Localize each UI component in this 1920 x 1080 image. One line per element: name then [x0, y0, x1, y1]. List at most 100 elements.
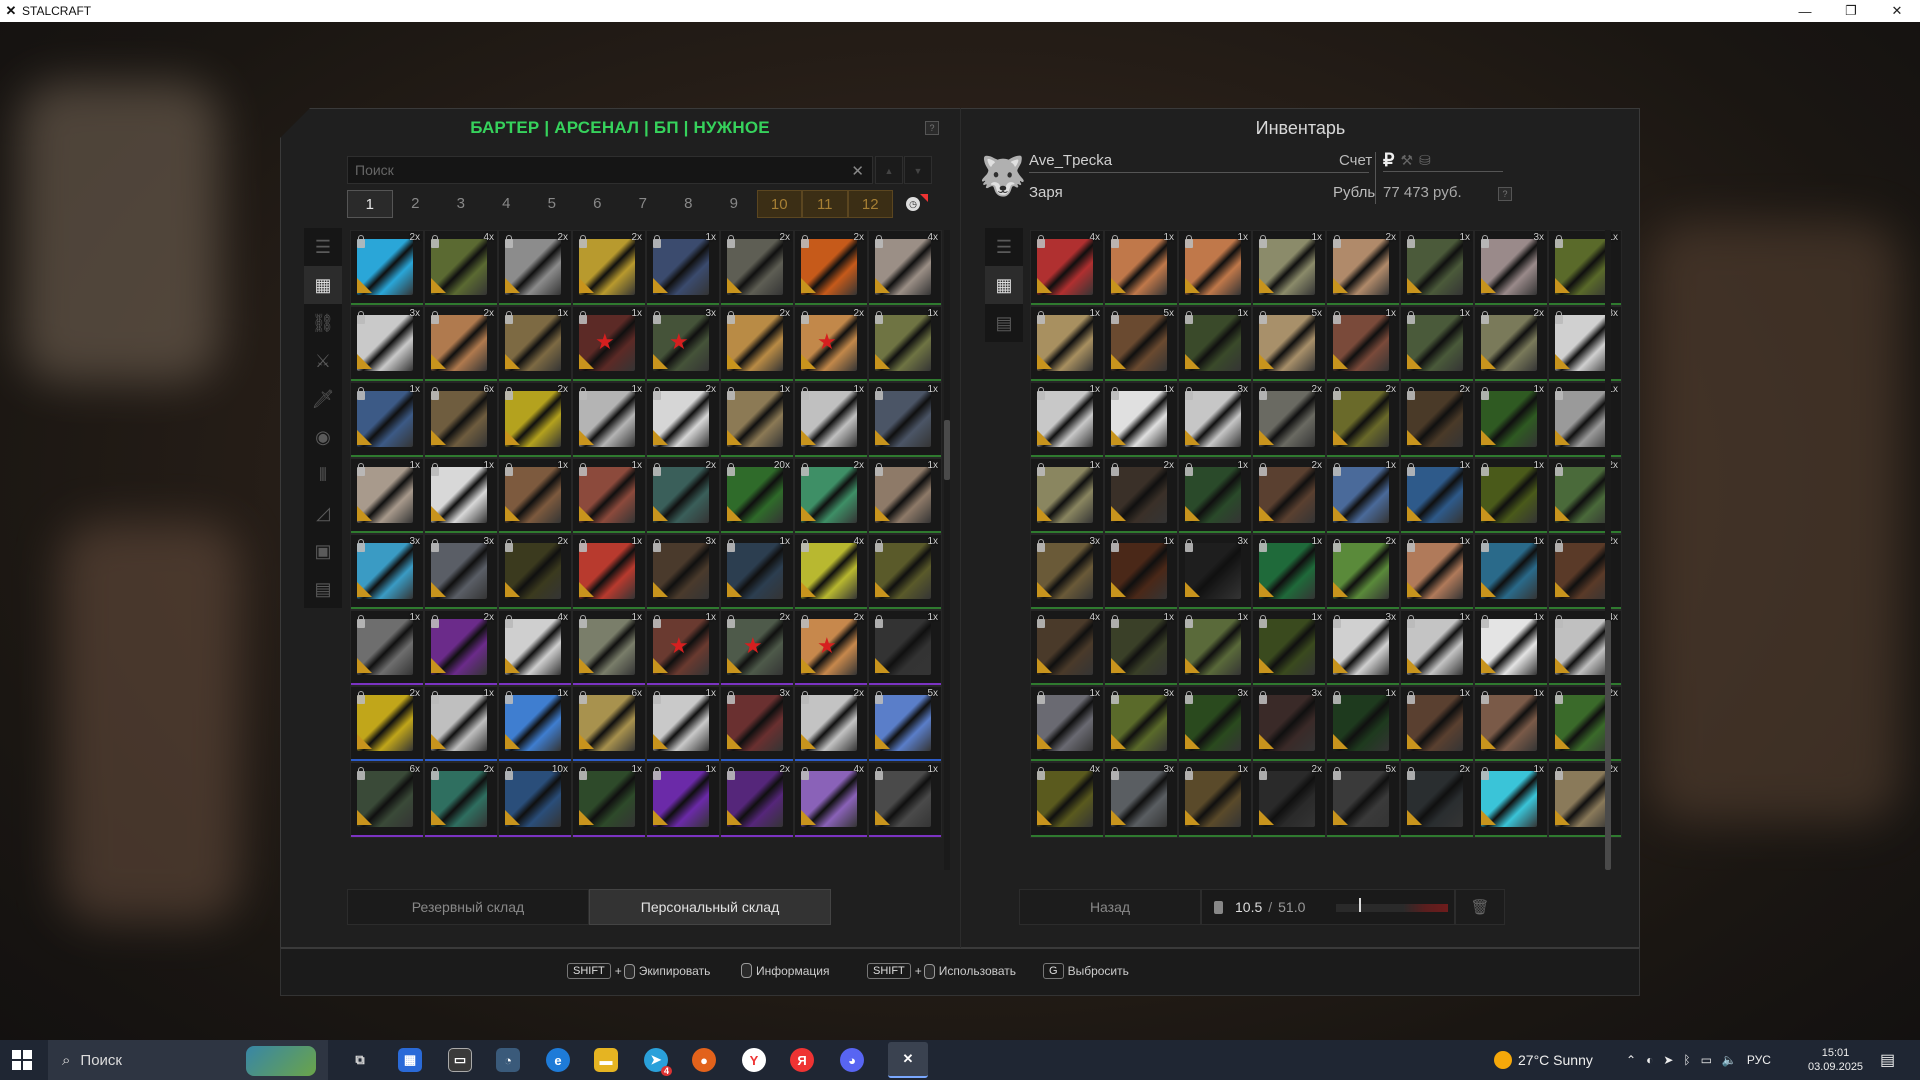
- item-slot[interactable]: 3x: [424, 534, 498, 610]
- task-view-icon[interactable]: ⧉: [348, 1048, 372, 1072]
- item-slot[interactable]: 3x: [1326, 610, 1400, 686]
- item-slot[interactable]: 1x: [572, 762, 646, 838]
- item-slot[interactable]: 5x: [868, 686, 942, 762]
- barter-icon[interactable]: ⚒: [1400, 152, 1413, 169]
- item-slot[interactable]: 1x: [1400, 610, 1474, 686]
- item-slot[interactable]: 2x: [794, 458, 868, 534]
- archive-icon[interactable]: ▤: [304, 570, 342, 608]
- item-slot[interactable]: 1x: [1474, 610, 1548, 686]
- item-slot[interactable]: 1x: [572, 610, 646, 686]
- item-slot[interactable]: 1x: [1326, 306, 1400, 382]
- item-slot[interactable]: 3x: [350, 306, 424, 382]
- item-slot[interactable]: 2x: [572, 230, 646, 306]
- minimize-button[interactable]: —: [1782, 0, 1828, 22]
- item-slot[interactable]: ★ 2x: [794, 610, 868, 686]
- item-slot[interactable]: 2x: [498, 230, 572, 306]
- list-view-icon[interactable]: ☰: [304, 228, 342, 266]
- notifications-icon[interactable]: ▤: [1880, 1040, 1895, 1080]
- item-slot[interactable]: 1x: [1474, 762, 1548, 838]
- item-slot[interactable]: 2x: [1474, 306, 1548, 382]
- item-slot[interactable]: 1x: [1104, 382, 1178, 458]
- item-slot[interactable]: 3x: [720, 686, 794, 762]
- item-slot[interactable]: 3x: [1030, 534, 1104, 610]
- item-slot[interactable]: 3x: [1178, 534, 1252, 610]
- item-slot[interactable]: 4x: [498, 610, 572, 686]
- page-tab-3[interactable]: 3: [438, 190, 484, 218]
- language-indicator[interactable]: РУС: [1747, 1053, 1771, 1067]
- volume-icon[interactable]: 🔈: [1722, 1053, 1737, 1067]
- item-slot[interactable]: 4x: [794, 534, 868, 610]
- inventory-scrollbar[interactable]: [1605, 230, 1611, 870]
- item-slot[interactable]: 6x: [350, 762, 424, 838]
- edge-icon[interactable]: e: [546, 1048, 570, 1072]
- item-slot[interactable]: 1x: [1326, 686, 1400, 762]
- sort-down-button[interactable]: ▼: [904, 156, 932, 184]
- coupon-icon[interactable]: ⛁: [1419, 152, 1431, 169]
- item-slot[interactable]: 1x: [1400, 458, 1474, 534]
- clock[interactable]: 15:01 03.09.2025: [1808, 1040, 1863, 1080]
- item-slot[interactable]: 2x: [424, 610, 498, 686]
- item-slot[interactable]: 2x: [498, 382, 572, 458]
- item-slot[interactable]: 1x: [1474, 458, 1548, 534]
- item-slot[interactable]: 1x: [424, 686, 498, 762]
- item-slot[interactable]: 1x: [1104, 534, 1178, 610]
- help-icon[interactable]: ?: [925, 121, 939, 135]
- item-slot[interactable]: 1x: [1030, 458, 1104, 534]
- item-slot[interactable]: 1x: [572, 458, 646, 534]
- item-slot[interactable]: 3x: [1252, 686, 1326, 762]
- item-slot[interactable]: 2x: [1400, 762, 1474, 838]
- app-icon[interactable]: ▭: [448, 1048, 472, 1072]
- app-icon[interactable]: ◔: [496, 1048, 520, 1072]
- item-slot[interactable]: 1x: [868, 534, 942, 610]
- weather-widget[interactable]: 27°C Sunny: [1494, 1040, 1593, 1080]
- app-icon[interactable]: ▦: [398, 1048, 422, 1072]
- item-slot[interactable]: 6x: [572, 686, 646, 762]
- item-slot[interactable]: 2x: [1252, 458, 1326, 534]
- trash-icon[interactable]: 🗑: [1455, 889, 1505, 925]
- tray-chevron-icon[interactable]: ⌃: [1626, 1053, 1636, 1067]
- tools-icon[interactable]: ◿: [304, 494, 342, 532]
- item-slot[interactable]: 10x: [498, 762, 572, 838]
- item-slot[interactable]: 1x: [1474, 534, 1548, 610]
- item-slot[interactable]: 4x: [424, 230, 498, 306]
- archive-icon[interactable]: ▤: [985, 304, 1023, 342]
- reserve-storage-tab[interactable]: Резервный склад: [347, 889, 589, 925]
- ammo-icon[interactable]: ⦀: [304, 456, 342, 494]
- item-slot[interactable]: 1x: [1326, 458, 1400, 534]
- item-slot[interactable]: 1x: [1400, 306, 1474, 382]
- item-slot[interactable]: 3x: [1474, 230, 1548, 306]
- discord-icon[interactable]: ◕: [840, 1048, 864, 1072]
- item-slot[interactable]: 1x: [1400, 534, 1474, 610]
- grid-view-icon[interactable]: ▦: [304, 266, 342, 304]
- page-tab-6[interactable]: 6: [575, 190, 621, 218]
- item-slot[interactable]: ★ 1x: [646, 610, 720, 686]
- item-slot[interactable]: 1x: [868, 382, 942, 458]
- grid-view-icon[interactable]: ▦: [985, 266, 1023, 304]
- page-tab-4[interactable]: 4: [484, 190, 530, 218]
- item-slot[interactable]: 1x: [868, 458, 942, 534]
- stalcraft-taskbar-icon[interactable]: ✕: [888, 1042, 928, 1078]
- yandex-browser-icon[interactable]: Y: [742, 1048, 766, 1072]
- network-icon[interactable]: ▭: [1701, 1053, 1712, 1067]
- item-slot[interactable]: 2x: [498, 534, 572, 610]
- item-slot[interactable]: 1x: [1030, 306, 1104, 382]
- item-slot[interactable]: 1x: [646, 686, 720, 762]
- item-slot[interactable]: 2x: [1326, 534, 1400, 610]
- item-slot[interactable]: 1x: [1252, 534, 1326, 610]
- item-slot[interactable]: 2x: [720, 230, 794, 306]
- ruble-icon[interactable]: ₽: [1383, 150, 1394, 171]
- item-slot[interactable]: 2x: [720, 306, 794, 382]
- page-tab-7[interactable]: 7: [620, 190, 666, 218]
- list-view-icon[interactable]: ☰: [985, 228, 1023, 266]
- item-slot[interactable]: 1x: [350, 382, 424, 458]
- item-slot[interactable]: ★ 2x: [794, 306, 868, 382]
- yandex-icon[interactable]: Я: [790, 1048, 814, 1072]
- page-tab-8[interactable]: 8: [666, 190, 712, 218]
- item-slot[interactable]: 3x: [1178, 382, 1252, 458]
- storage-scroll-thumb[interactable]: [944, 420, 950, 480]
- item-slot[interactable]: 3x: [1178, 686, 1252, 762]
- weapon-icon[interactable]: ⚔: [304, 342, 342, 380]
- item-slot[interactable]: 3x: [1104, 686, 1178, 762]
- item-slot[interactable]: ★ 2x: [720, 610, 794, 686]
- page-tab-11[interactable]: 11: [802, 190, 848, 218]
